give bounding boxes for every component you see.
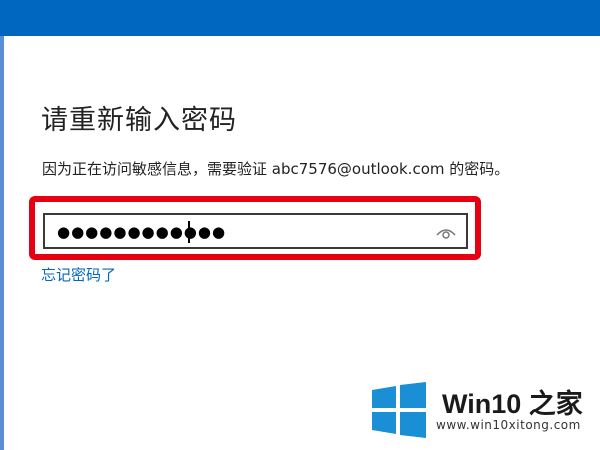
dialog-title: 请重新输入密码: [41, 105, 237, 136]
watermark: Win10 之家 www.win10xitong.com: [370, 378, 600, 450]
window-title-bar: [0, 0, 600, 36]
window-left-edge: [0, 36, 4, 450]
watermark-title: Win10 之家: [442, 389, 583, 419]
password-value: ●●●●●●●●●●●●: [57, 223, 227, 241]
watermark-url: www.win10xitong.com: [436, 418, 581, 432]
text-caret: [188, 221, 190, 243]
windows-logo-icon: [372, 382, 426, 438]
password-input[interactable]: ●●●●●●●●●●●●: [43, 213, 468, 249]
forgot-password-link[interactable]: 忘记密码了: [41, 264, 116, 285]
eye-icon[interactable]: [436, 225, 456, 239]
dialog-description: 因为正在访问敏感信息，需要验证 abc7576@outlook.com 的密码。: [42, 160, 510, 178]
